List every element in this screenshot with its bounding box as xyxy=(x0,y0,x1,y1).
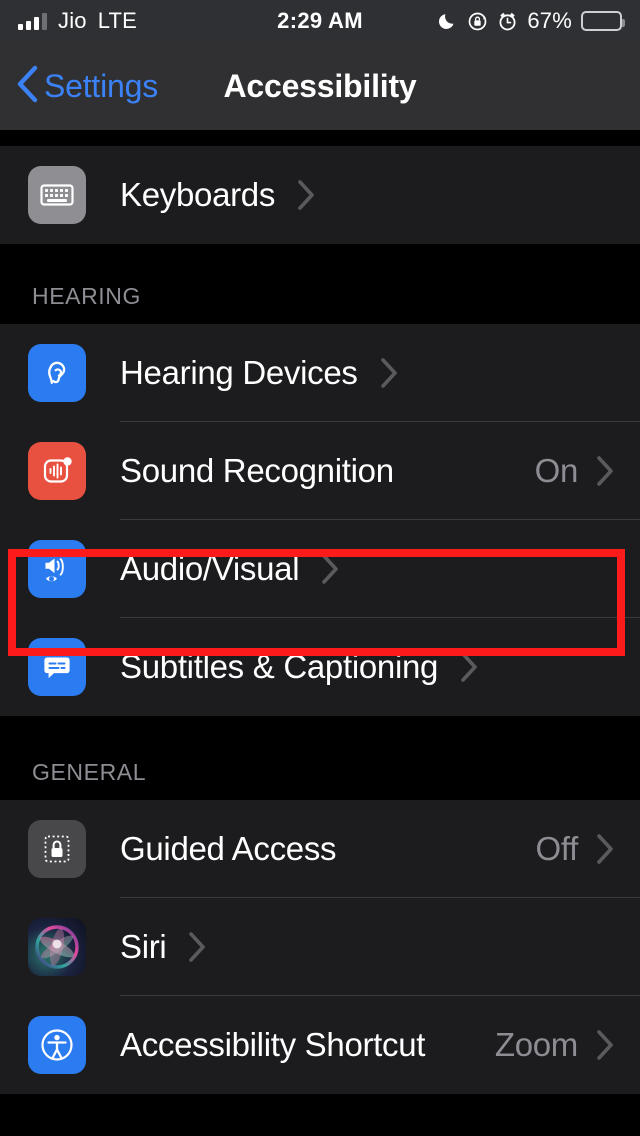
caption-bubble-icon xyxy=(28,638,86,696)
row-label: Subtitles & Captioning xyxy=(120,648,439,685)
back-button-label: Settings xyxy=(44,67,159,104)
chevron-right-icon xyxy=(596,833,614,865)
chevron-right-icon xyxy=(380,357,398,389)
row-label: Sound Recognition xyxy=(120,452,394,489)
battery-percent-label: 67% xyxy=(527,8,572,33)
row-label: Accessibility Shortcut xyxy=(120,1026,426,1063)
status-bar-left: Jio LTE xyxy=(18,8,137,34)
chevron-right-icon xyxy=(188,931,206,963)
row-value: Off xyxy=(535,830,578,867)
chevron-right-icon xyxy=(460,651,478,683)
chevron-left-icon xyxy=(16,65,38,108)
clock-label: 2:29 AM xyxy=(277,8,363,33)
signal-bars-icon xyxy=(18,12,47,30)
chevron-right-icon xyxy=(321,553,339,585)
speaker-eye-icon xyxy=(28,540,86,598)
row-sound-recognition[interactable]: Sound Recognition On xyxy=(0,422,640,520)
row-audio-visual[interactable]: Audio/Visual xyxy=(0,520,640,618)
status-bar: Jio LTE 2:29 AM 67% xyxy=(0,0,640,42)
row-label: Guided Access xyxy=(120,830,337,867)
row-guided-access[interactable]: Guided Access Off xyxy=(0,800,640,898)
battery-icon xyxy=(581,11,625,31)
ear-icon xyxy=(28,344,86,402)
row-accessibility-shortcut[interactable]: Accessibility Shortcut Zoom xyxy=(0,996,640,1094)
section-hearing: Hearing Devices Sound Recognition On Aud… xyxy=(0,324,640,716)
sound-waveform-icon xyxy=(28,442,86,500)
navigation-bar: Settings Accessibility xyxy=(0,42,640,130)
row-siri[interactable]: Siri xyxy=(0,898,640,996)
row-hearing-devices[interactable]: Hearing Devices xyxy=(0,324,640,422)
iphone-screen: Jio LTE 2:29 AM 67% Settings Accessibili… xyxy=(0,0,640,1136)
accessibility-person-icon xyxy=(28,1016,86,1074)
chevron-right-icon xyxy=(297,179,315,211)
carrier-label: Jio xyxy=(58,8,87,33)
section-keyboards: Keyboards xyxy=(0,146,640,244)
row-label: Audio/Visual xyxy=(120,550,300,587)
moon-icon xyxy=(438,11,458,31)
keyboard-icon xyxy=(28,166,86,224)
list-gap-top xyxy=(0,130,640,146)
row-label: Hearing Devices xyxy=(120,354,358,391)
siri-orb-icon xyxy=(28,918,86,976)
lock-dotted-icon xyxy=(28,820,86,878)
section-header-general: GENERAL xyxy=(0,716,640,800)
back-button[interactable]: Settings xyxy=(16,65,158,108)
chevron-right-icon xyxy=(596,1029,614,1061)
network-mode-label: LTE xyxy=(97,8,138,33)
row-subtitles-captioning[interactable]: Subtitles & Captioning xyxy=(0,618,640,716)
chevron-right-icon xyxy=(596,455,614,487)
row-label: Siri xyxy=(120,928,167,965)
section-general: Guided Access Off Siri Accessibility Sho… xyxy=(0,800,640,1094)
section-header-hearing: HEARING xyxy=(0,244,640,324)
alarm-clock-icon xyxy=(497,11,518,32)
settings-list[interactable]: Keyboards HEARING Hearing Devices Sound … xyxy=(0,130,640,1094)
row-value: Zoom xyxy=(494,1026,578,1063)
rotation-lock-icon xyxy=(467,11,488,32)
row-keyboards[interactable]: Keyboards xyxy=(0,146,640,244)
status-bar-right: 67% xyxy=(438,8,625,34)
row-value: On xyxy=(534,452,579,489)
row-label: Keyboards xyxy=(120,176,276,213)
